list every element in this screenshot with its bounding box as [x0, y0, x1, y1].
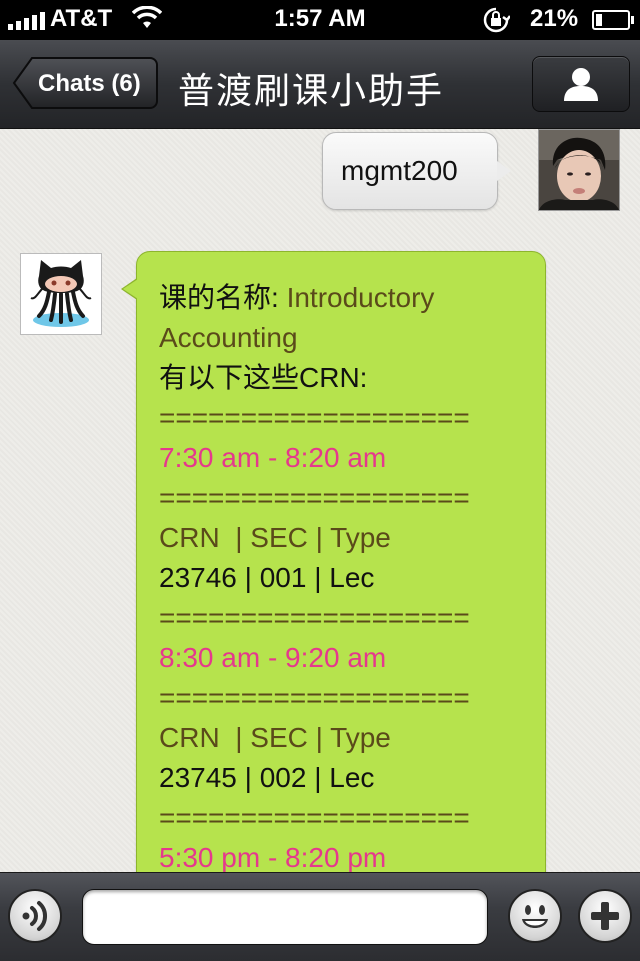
person-icon: [564, 68, 598, 101]
message-line-segment: 7:30 am - 8:20 am: [159, 442, 387, 473]
emoji-button[interactable]: [508, 889, 562, 943]
status-bar: AT&T 1:57 AM 21%: [0, 0, 640, 40]
voice-button[interactable]: [8, 889, 62, 943]
input-bar: [0, 872, 640, 961]
message-line-segment: Accounting: [159, 322, 298, 353]
sent-message-bubble[interactable]: mgmt200: [322, 132, 511, 210]
octocat-avatar[interactable]: [20, 253, 102, 335]
message-line-segment: ===================: [159, 682, 470, 713]
back-button-label: Chats (6): [38, 70, 141, 97]
message-line-segment: 23746 | 001 | Lec: [159, 562, 375, 593]
message-line-segment: CRN | SEC | Type: [159, 522, 391, 553]
battery-icon: [592, 10, 634, 30]
plus-button[interactable]: [578, 889, 632, 943]
message-line-segment: Introductory: [286, 282, 435, 313]
message-input[interactable]: [82, 889, 488, 945]
message-line: ===================: [159, 678, 539, 718]
message-line-segment: CRN | SEC | Type: [159, 722, 391, 753]
received-message-text: 课的名称: Introductory Accounting 有以下这些CRN: ===…: [159, 278, 539, 872]
back-button[interactable]: Chats (6): [12, 56, 158, 110]
message-line-segment: 23745 | 002 | Lec: [159, 762, 375, 793]
message-line-segment: 5:30 pm - 8:20 pm: [159, 842, 387, 872]
navigation-bar: Chats (6) 普渡刷课小助手: [0, 40, 640, 129]
message-line-segment: 8:30 am - 9:20 am: [159, 642, 387, 673]
message-line-segment: ===================: [159, 802, 470, 833]
message-line: ===================: [159, 398, 539, 438]
message-line: 7:30 am - 8:20 am: [159, 438, 539, 478]
sent-message-text: mgmt200: [341, 155, 458, 186]
message-line-segment: ===================: [159, 482, 470, 513]
message-line: ===================: [159, 478, 539, 518]
message-line-segment: ===================: [159, 402, 470, 433]
message-line: Accounting: [159, 318, 539, 358]
received-message-bubble[interactable]: 课的名称: Introductory Accounting 有以下这些CRN: ===…: [121, 251, 546, 872]
message-line: ===================: [159, 598, 539, 638]
message-line-segment: 有以下这些CRN:: [159, 362, 368, 393]
user-photo: [539, 130, 619, 210]
profile-button[interactable]: [532, 56, 630, 112]
message-line: ===================: [159, 798, 539, 838]
battery-fill: [596, 14, 602, 26]
message-line-segment: ===================: [159, 602, 470, 633]
message-line: 课的名称: Introductory: [159, 278, 539, 318]
message-line-segment: 课的名称:: [159, 282, 287, 313]
message-line: 23746 | 001 | Lec: [159, 558, 539, 598]
battery-percent: 21%: [530, 5, 579, 32]
message-line: CRN | SEC | Type: [159, 718, 539, 758]
rotation-lock-icon: [483, 7, 510, 33]
message-line: 有以下这些CRN:: [159, 358, 539, 398]
message-line: CRN | SEC | Type: [159, 518, 539, 558]
message-line: 23745 | 002 | Lec: [159, 758, 539, 798]
chat-title: 普渡刷课小助手: [178, 71, 445, 112]
plus-icon: [591, 902, 619, 930]
emoji-icon: [522, 905, 548, 928]
voice-icon: [22, 901, 47, 931]
message-line: 5:30 pm - 8:20 pm: [159, 838, 539, 872]
chat-area[interactable]: mgmt200 课的名称: Introductory Accounting 有以…: [0, 129, 640, 872]
octocat-icon: [30, 260, 92, 327]
user-photo-avatar[interactable]: [538, 129, 620, 211]
message-line: 8:30 am - 9:20 am: [159, 638, 539, 678]
